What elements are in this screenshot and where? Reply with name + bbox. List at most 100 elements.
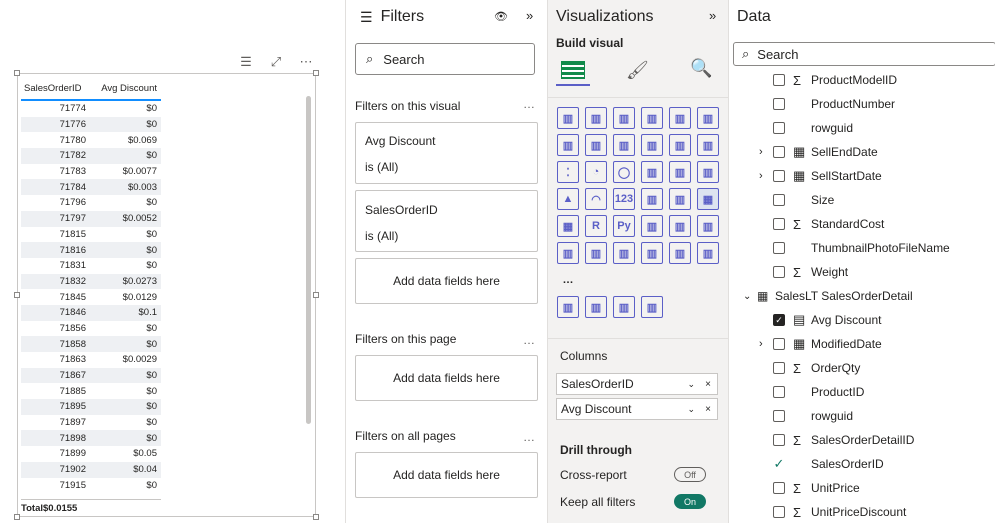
format-visual-icon[interactable]: 🖌: [626, 60, 649, 81]
r-visual-icon[interactable]: R: [585, 215, 607, 237]
filter-card[interactable]: SalesOrderID is (All): [355, 190, 538, 252]
column-header[interactable]: SalesOrderID: [21, 83, 88, 94]
field-checkbox[interactable]: [773, 266, 785, 278]
field-checkbox[interactable]: [773, 194, 785, 206]
field-item[interactable]: › ▦ SellStartDate: [729, 164, 995, 188]
field-checkbox[interactable]: [773, 74, 785, 86]
more-options-icon[interactable]: …: [523, 97, 536, 111]
stacked-column-icon[interactable]: ▥: [641, 107, 663, 129]
azure-map-icon[interactable]: ▲: [557, 188, 579, 210]
chevron-right-icon[interactable]: ›: [759, 170, 763, 182]
globe-icon[interactable]: ▥: [557, 296, 579, 318]
field-checkbox[interactable]: [773, 338, 785, 350]
resize-handle[interactable]: [313, 70, 319, 76]
resize-handle[interactable]: [313, 514, 319, 520]
table-visual[interactable]: SalesOrderID Avg Discount 71774 $0 71776 $0…: [14, 70, 319, 520]
field-item[interactable]: › ▦ ModifiedDate: [729, 332, 995, 356]
table-row[interactable]: 71780 $0.069: [21, 132, 161, 148]
more-options-icon[interactable]: …: [523, 430, 536, 444]
resize-handle[interactable]: [14, 70, 20, 76]
field-item[interactable]: Σ UnitPrice: [729, 476, 995, 500]
resize-handle[interactable]: [313, 292, 319, 298]
scrollbar[interactable]: [306, 96, 311, 424]
table-row[interactable]: 71867 $0: [21, 367, 161, 384]
gauge-icon[interactable]: ◠: [585, 188, 607, 210]
keep-filters-toggle[interactable]: On: [674, 494, 706, 509]
stacked-area-icon[interactable]: ▥: [613, 134, 635, 156]
chevron-right-icon[interactable]: ›: [759, 146, 763, 158]
table-row[interactable]: 71782 $0: [21, 148, 161, 164]
table-row[interactable]: 71774 $0: [21, 101, 161, 117]
field-checkbox[interactable]: [773, 170, 785, 182]
table-node[interactable]: ⌄ ▦ SalesLT SalesOrderDetail: [729, 284, 995, 308]
field-checkbox[interactable]: [773, 218, 785, 230]
filter-card[interactable]: Avg Discount is (All): [355, 122, 538, 184]
kpi-icon[interactable]: ▥: [641, 188, 663, 210]
trophy-icon[interactable]: ▥: [613, 296, 635, 318]
field-item[interactable]: Σ StandardCost: [729, 212, 995, 236]
table-row[interactable]: 71858 $0: [21, 336, 161, 352]
field-checkbox[interactable]: [773, 506, 785, 518]
chevron-down-icon[interactable]: ⌄: [687, 404, 695, 415]
resize-handle[interactable]: [14, 514, 20, 520]
100-column-icon[interactable]: ▥: [697, 107, 719, 129]
qa-icon[interactable]: ▥: [697, 215, 719, 237]
field-item[interactable]: rowguid: [729, 404, 995, 428]
slicer-icon[interactable]: ▥: [669, 188, 691, 210]
table-row[interactable]: 71863 $0.0029: [21, 352, 161, 368]
scatter-icon[interactable]: ⁚: [557, 161, 579, 183]
table-row[interactable]: 71885 $0: [21, 383, 161, 399]
more-icon[interactable]: …: [557, 269, 579, 291]
treemap-icon[interactable]: ▥: [641, 161, 663, 183]
field-item[interactable]: Σ Weight: [729, 260, 995, 284]
field-checkbox[interactable]: [773, 434, 785, 446]
pie-icon[interactable]: ◔: [585, 161, 607, 183]
area-icon[interactable]: ▥: [585, 134, 607, 156]
filter-search-input[interactable]: ⌕ Search: [355, 43, 535, 75]
card-icon[interactable]: 123: [613, 188, 635, 210]
metrics-icon[interactable]: ▥: [641, 296, 663, 318]
table-row[interactable]: 71831 $0: [21, 258, 161, 274]
table-row[interactable]: 71815 $0: [21, 227, 161, 243]
field-item[interactable]: ✓ ▤ Avg Discount: [729, 308, 995, 332]
field-item[interactable]: rowguid: [729, 116, 995, 140]
focus-mode-icon[interactable]: ⤢: [268, 54, 284, 70]
paginated-icon[interactable]: ▥: [557, 242, 579, 264]
collapse-icon[interactable]: »: [709, 8, 716, 23]
key-influencers-icon[interactable]: ▥: [669, 215, 691, 237]
map-icon[interactable]: ▥: [669, 161, 691, 183]
field-checkbox[interactable]: [773, 362, 785, 374]
donut-icon[interactable]: ◯: [613, 161, 635, 183]
table-row[interactable]: 71776 $0: [21, 116, 161, 133]
table-row[interactable]: 71856 $0: [21, 321, 161, 337]
table-row[interactable]: 71895 $0: [21, 399, 161, 415]
eye-icon[interactable]: 👁: [494, 10, 508, 23]
collapse-icon[interactable]: »: [526, 8, 533, 23]
smart-narrative-icon[interactable]: ▥: [585, 242, 607, 264]
field-checkbox[interactable]: ✓: [773, 456, 785, 471]
field-well-item[interactable]: SalesOrderID ⌄ ×: [556, 373, 718, 395]
field-item[interactable]: › ▦ SellEndDate: [729, 140, 995, 164]
chevron-right-icon[interactable]: ›: [759, 338, 763, 350]
table-row[interactable]: 71783 $0.0077: [21, 164, 161, 180]
field-item[interactable]: ProductID: [729, 380, 995, 404]
table-row[interactable]: 71796 $0: [21, 195, 161, 211]
remove-icon[interactable]: ×: [705, 379, 711, 390]
filled-map-icon[interactable]: ▥: [697, 161, 719, 183]
filter-icon[interactable]: ☰: [238, 54, 254, 70]
field-item[interactable]: ThumbnailPhotoFileName: [729, 236, 995, 260]
ribbon-icon[interactable]: ▥: [641, 134, 663, 156]
resize-handle[interactable]: [14, 292, 20, 298]
cross-report-toggle[interactable]: Off: [674, 467, 706, 482]
field-item[interactable]: Σ OrderQty: [729, 356, 995, 380]
field-checkbox[interactable]: [773, 122, 785, 134]
table-row[interactable]: 71897 $0: [21, 415, 161, 431]
clustered-bar-icon[interactable]: ▥: [585, 107, 607, 129]
python-visual-icon[interactable]: Py: [613, 215, 635, 237]
field-checkbox[interactable]: [773, 410, 785, 422]
chevron-down-icon[interactable]: ⌄: [687, 379, 695, 390]
add-data-fields-dropzone[interactable]: Add data fields here: [355, 258, 538, 304]
waterfall-icon[interactable]: ▥: [669, 134, 691, 156]
table-row[interactable]: 71784 $0.003: [21, 179, 161, 196]
field-checkbox[interactable]: [773, 386, 785, 398]
